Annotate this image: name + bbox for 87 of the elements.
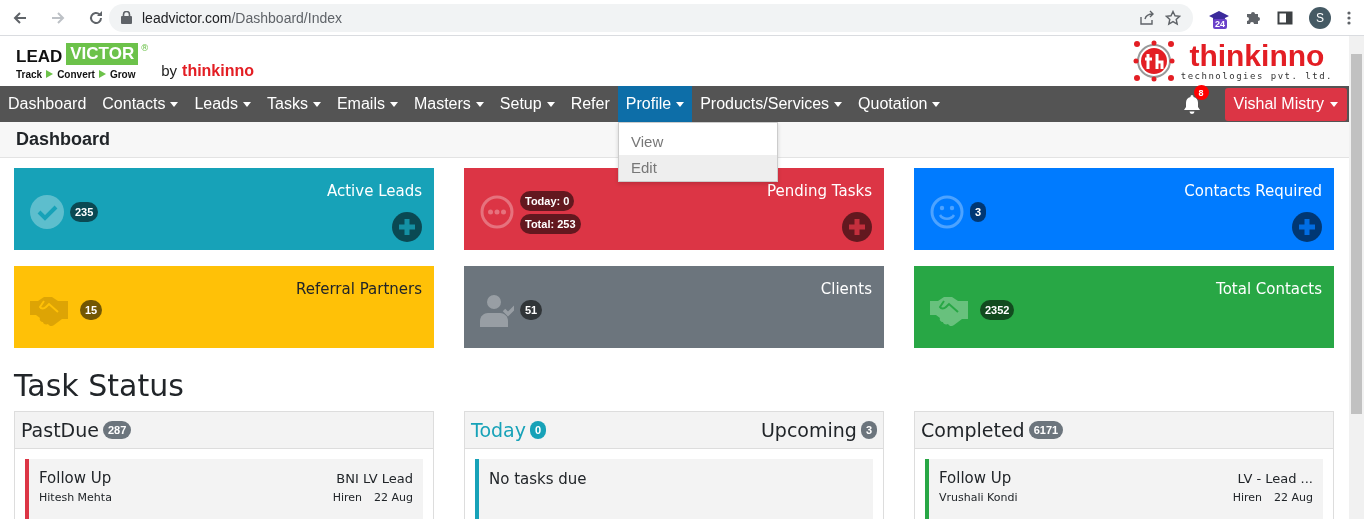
task-title: Follow Up xyxy=(39,469,112,487)
nav-item[interactable]: Masters xyxy=(405,86,492,122)
brand-text: LEAD xyxy=(16,46,63,67)
owner-name: Hiren xyxy=(332,491,362,504)
menu-item[interactable]: View xyxy=(619,129,777,155)
count-badge: 235 xyxy=(70,202,99,222)
brand-label: VICTOR xyxy=(66,42,139,65)
contact-name: Hitesh Mehta xyxy=(39,491,112,504)
add-button[interactable] xyxy=(1292,212,1322,242)
count-badge: 3 xyxy=(860,421,877,439)
reload-icon[interactable] xyxy=(88,9,104,26)
tagline-text: Convert xyxy=(57,68,95,80)
task-title: Follow Up xyxy=(939,469,1012,487)
count-badge: 51 xyxy=(520,300,543,320)
menu-icon[interactable] xyxy=(1347,9,1351,26)
add-button[interactable] xyxy=(392,212,422,242)
count-badge: Today: 0 xyxy=(520,190,575,211)
star-icon[interactable] xyxy=(1165,9,1181,26)
count-badge: 15 xyxy=(80,300,103,320)
card-title: Total Contacts xyxy=(1216,280,1322,298)
nav-item[interactable]: Leads xyxy=(186,86,259,122)
url-text[interactable]: leadvictor.com/Dashboard/Index xyxy=(142,9,342,26)
tagline-text: Track xyxy=(16,68,43,80)
nav-item[interactable]: Tasks xyxy=(259,86,329,122)
tagline-text: Grow xyxy=(109,68,136,80)
add-button[interactable] xyxy=(842,212,872,242)
page-title: Dashboard xyxy=(16,129,111,150)
section-title: Task Status xyxy=(14,368,185,403)
task-date: 22 Aug xyxy=(374,491,413,504)
card-title: Contacts Required xyxy=(1184,182,1322,200)
card-title: Active Leads xyxy=(326,182,422,200)
count-badge: 3 xyxy=(970,202,987,222)
count-badge: 6171 xyxy=(1028,421,1064,439)
nav-item[interactable]: Profile xyxy=(617,86,693,122)
count-badge: 287 xyxy=(102,421,132,439)
menu-item[interactable]: Edit xyxy=(619,155,777,181)
nav-item[interactable]: Emails xyxy=(328,86,406,122)
puzzle-icon[interactable] xyxy=(1245,9,1261,26)
card-title: Pending Tasks xyxy=(767,182,872,200)
status-tab[interactable]: Upcoming 3 xyxy=(760,419,877,441)
lead-name: BNI LV Lead xyxy=(336,470,413,486)
nav-item[interactable]: Refer xyxy=(562,86,618,122)
contact-name: Vrushali Kondi xyxy=(939,491,1018,504)
share-icon[interactable] xyxy=(1139,9,1155,26)
company-subtitle: technologies pvt. ltd. xyxy=(1180,71,1333,81)
nav-item[interactable]: Dashboard xyxy=(0,86,95,122)
user-menu-button[interactable]: Vishal Mistry xyxy=(1224,87,1347,121)
smiley-icon xyxy=(930,195,964,229)
task-date: 22 Aug xyxy=(1274,491,1313,504)
scrollbar[interactable] xyxy=(1349,36,1364,519)
empty-message: No tasks due xyxy=(489,470,587,488)
lock-icon xyxy=(121,11,132,24)
user-check-icon xyxy=(480,293,514,327)
task-card[interactable]: Follow Up BNI LV Lead Hitesh Mehta Hiren 22 Aug xyxy=(25,459,423,519)
card-title: Clients xyxy=(820,280,872,298)
card-title: Referral Partners xyxy=(296,280,422,298)
registered-mark: ® xyxy=(140,42,150,53)
dots-circle-icon xyxy=(480,195,514,229)
notification-count: 8 xyxy=(1193,85,1209,100)
bell-icon[interactable] xyxy=(1182,94,1201,114)
profile-avatar[interactable]: S xyxy=(1309,6,1331,29)
caret-icon xyxy=(1330,101,1338,107)
task-card[interactable]: Follow Up LV - Lead ... Vrushali Kondi Hiren 22 Aug xyxy=(925,459,1323,519)
panel-title: PastDue xyxy=(21,419,99,441)
triangle-icon xyxy=(46,70,54,78)
brand-text: thinkinno xyxy=(182,61,255,80)
by-text: by xyxy=(161,61,178,79)
company-name: thinkinno xyxy=(1189,41,1325,71)
nav-item[interactable]: Quotation xyxy=(850,86,949,122)
address-bar[interactable]: leadvictor.com/Dashboard/Index xyxy=(109,3,1193,32)
check-circle-icon xyxy=(30,195,64,229)
owner-name: Hiren xyxy=(1232,491,1262,504)
back-icon[interactable] xyxy=(12,9,28,26)
panel-title: Completed xyxy=(921,419,1025,441)
nav-item[interactable]: Contacts xyxy=(94,86,187,122)
extension-badge: 24 xyxy=(1213,18,1227,29)
scroll-thumb[interactable] xyxy=(1351,54,1362,414)
nav-item[interactable]: Setup xyxy=(491,86,563,122)
count-badge: 2352 xyxy=(980,300,1015,320)
company-emblem-icon xyxy=(1132,40,1175,82)
nav-item[interactable]: Products/Services xyxy=(692,86,851,122)
extension-button[interactable]: 24 xyxy=(1209,10,1229,25)
count-badge: 0 xyxy=(529,421,547,439)
lead-name: LV - Lead ... xyxy=(1237,470,1313,486)
sidebar-icon[interactable] xyxy=(1277,9,1293,26)
count-badge: Total: 253 xyxy=(520,213,581,234)
triangle-icon xyxy=(98,70,106,78)
